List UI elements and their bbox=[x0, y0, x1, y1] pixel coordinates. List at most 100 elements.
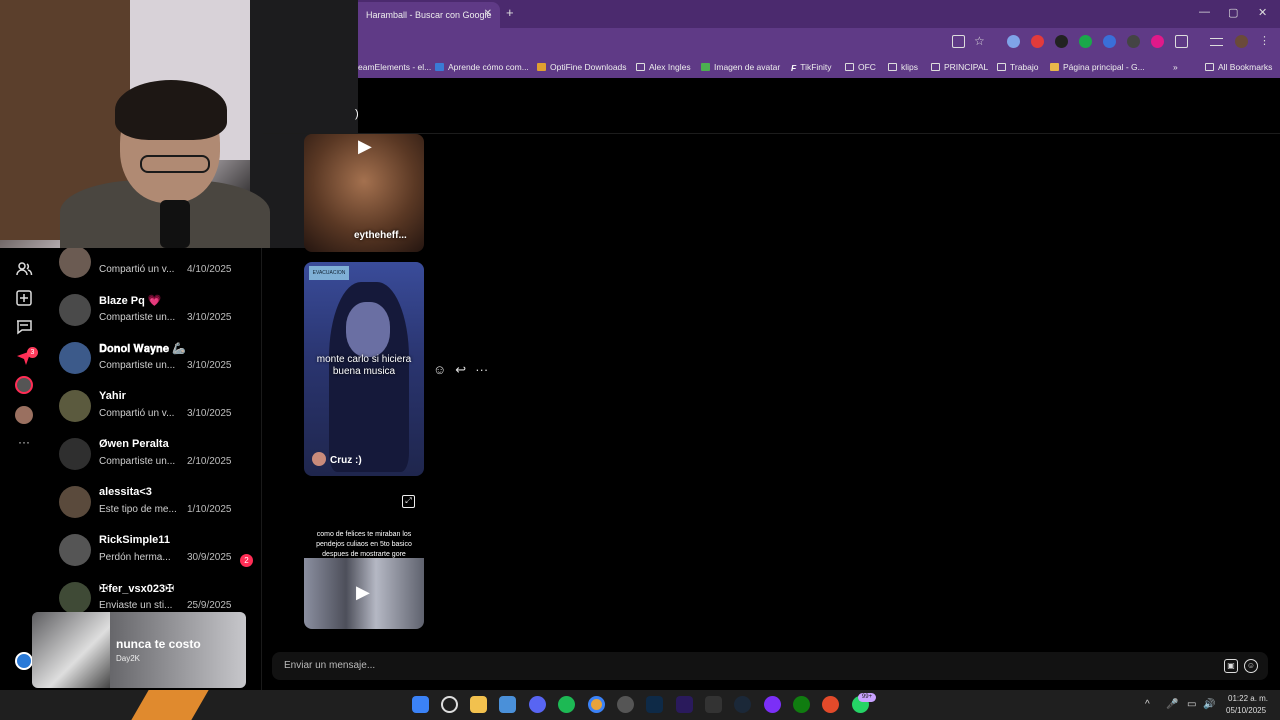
bookmark[interactable]: eamElements - el... bbox=[358, 62, 431, 72]
play-icon[interactable]: ▶ bbox=[356, 582, 370, 603]
reply-icon[interactable]: ↩ bbox=[455, 362, 466, 378]
file-explorer-icon[interactable] bbox=[470, 696, 487, 713]
bookmark[interactable]: Aprende cómo com... bbox=[435, 62, 529, 72]
now-playing-popup[interactable]: nunca te costo Day2K bbox=[32, 612, 246, 688]
photoshop-icon[interactable] bbox=[646, 696, 663, 713]
conversation-preview: Compartiste un... bbox=[99, 312, 176, 323]
premiere-icon[interactable] bbox=[676, 696, 693, 713]
more-icon[interactable]: ··· bbox=[15, 433, 33, 451]
conversation-item[interactable]: Øwen Peralta Compartiste un... 2/10/2025 bbox=[59, 432, 259, 476]
tab-close-icon[interactable]: ✕ bbox=[484, 8, 492, 19]
webcam-microphone bbox=[160, 200, 190, 248]
live-icon[interactable] bbox=[15, 652, 33, 670]
react-emoji-icon[interactable]: ☺ bbox=[433, 362, 446, 378]
bookmarks-overflow-icon[interactable]: » bbox=[1173, 62, 1178, 72]
bookmark-label: PRINCIPAL bbox=[944, 62, 989, 72]
message-composer[interactable]: Enviar un mensaje... ▣ ☺ bbox=[272, 652, 1268, 680]
conversation-preview: Enviaste un sti... bbox=[99, 600, 173, 611]
bookmark[interactable]: Alex Ingles bbox=[636, 62, 691, 72]
extension-icon[interactable] bbox=[1007, 35, 1020, 48]
extension-icon[interactable] bbox=[1031, 35, 1044, 48]
extensions-puzzle-icon[interactable] bbox=[1175, 35, 1188, 48]
discord-icon[interactable] bbox=[529, 696, 546, 713]
profile-icon[interactable] bbox=[15, 376, 33, 394]
browser-tab[interactable]: Haramball - Buscar con Google ✕ bbox=[350, 2, 500, 28]
conversation-item[interactable]: alessita<3 Este tipo de me... 1/10/2025 bbox=[59, 480, 259, 524]
minimize-button[interactable]: — bbox=[1199, 6, 1210, 18]
obs-icon[interactable] bbox=[617, 696, 634, 713]
author-name: Cruz :) bbox=[330, 455, 362, 466]
restore-button[interactable]: ▢ bbox=[1228, 6, 1238, 19]
bookmark[interactable]: PRINCIPAL bbox=[931, 62, 988, 72]
ea-icon[interactable] bbox=[822, 696, 839, 713]
bookmark-label: Alex Ingles bbox=[649, 62, 691, 72]
folder-icon bbox=[888, 63, 897, 71]
message-actions: ☺ ↩ ··· bbox=[433, 362, 488, 378]
volume-icon[interactable]: 🔊 bbox=[1203, 699, 1215, 710]
search-icon[interactable] bbox=[441, 696, 458, 713]
extension-icon[interactable] bbox=[1103, 35, 1116, 48]
notification-badge: 3 bbox=[27, 347, 38, 358]
new-tab-button[interactable]: + bbox=[506, 5, 514, 20]
store-icon[interactable] bbox=[499, 696, 516, 713]
conversation-date: 3/10/2025 bbox=[187, 360, 232, 371]
avatar bbox=[59, 438, 91, 470]
bookmark-star-icon[interactable]: ☆ bbox=[974, 35, 985, 48]
conversation-item[interactable]: Yahir Compartió un v... 3/10/2025 bbox=[59, 384, 259, 428]
bookmark[interactable]: OFC bbox=[845, 62, 876, 72]
expand-icon[interactable]: ⤢ bbox=[402, 495, 415, 508]
install-app-icon[interactable] bbox=[952, 35, 965, 48]
steam-icon[interactable] bbox=[734, 696, 751, 713]
play-icon[interactable]: ▶ bbox=[358, 136, 372, 157]
app-icon[interactable] bbox=[764, 696, 781, 713]
image-icon[interactable]: ▣ bbox=[1224, 659, 1238, 673]
reading-list-icon[interactable] bbox=[1210, 38, 1223, 46]
message-input[interactable]: Enviar un mensaje... bbox=[284, 660, 375, 671]
messages-icon[interactable] bbox=[15, 318, 33, 336]
conversation-name: 𝐃𝐨𝐧𝐨𝐥 𝐖𝐚𝐲𝐧𝐞 🦾 bbox=[99, 343, 186, 355]
folder-icon bbox=[1205, 63, 1214, 71]
more-options-icon[interactable]: ··· bbox=[475, 362, 488, 378]
folder-icon bbox=[845, 63, 854, 71]
bookmark[interactable]: Página principal - G... bbox=[1050, 62, 1145, 72]
video-person-face bbox=[346, 302, 390, 357]
profile-avatar-icon[interactable] bbox=[1235, 35, 1248, 48]
extension-icon[interactable] bbox=[1127, 35, 1140, 48]
shared-video-message[interactable]: EVACUACION monte carlo si hiciera buena … bbox=[304, 262, 424, 476]
microphone-icon[interactable]: 🎤 bbox=[1166, 699, 1178, 710]
bookmark[interactable]: OptiFine Downloads bbox=[537, 62, 627, 72]
shared-video-message[interactable]: como de felices te miraban los pendejos … bbox=[304, 526, 424, 629]
bookmark[interactable]: Trabajo bbox=[997, 62, 1039, 72]
avatar-icon[interactable] bbox=[15, 406, 33, 424]
xbox-icon[interactable] bbox=[793, 696, 810, 713]
add-icon[interactable] bbox=[15, 289, 33, 307]
tray-overflow-icon[interactable]: ^ bbox=[1145, 699, 1150, 710]
tab-title: Haramball - Buscar con Google bbox=[366, 10, 492, 20]
bookmark-label: Trabajo bbox=[1010, 62, 1039, 72]
clock-date[interactable]: 05/10/2025 bbox=[1226, 706, 1266, 715]
conversation-item[interactable]: RickSimple11 Perdón herma... 30/9/2025 2 bbox=[59, 528, 259, 572]
bookmark[interactable]: F TikFinity bbox=[791, 62, 832, 73]
conversation-preview: Compartió un v... bbox=[99, 264, 175, 275]
shared-video-message[interactable]: ▶ eytheheff... bbox=[304, 134, 424, 252]
menu-dots-icon[interactable]: ⋮ bbox=[1259, 35, 1270, 48]
spotify-icon[interactable] bbox=[558, 696, 575, 713]
conversation-item[interactable]: 𝐃𝐨𝐧𝐨𝐥 𝐖𝐚𝐲𝐧𝐞 🦾 Compartiste un... 3/10/2025 bbox=[59, 336, 259, 380]
conversation-date: 3/10/2025 bbox=[187, 408, 232, 419]
chrome-icon[interactable] bbox=[588, 696, 605, 713]
close-window-button[interactable]: ✕ bbox=[1258, 6, 1267, 19]
grammarly-icon[interactable] bbox=[1079, 35, 1092, 48]
network-icon[interactable]: ▭ bbox=[1187, 699, 1196, 710]
start-icon[interactable] bbox=[412, 696, 429, 713]
users-icon[interactable] bbox=[15, 260, 33, 278]
download-extension-icon[interactable] bbox=[1151, 35, 1164, 48]
clock-time[interactable]: 01:22 a. m. bbox=[1228, 694, 1268, 703]
bookmark[interactable]: Imagen de avatar bbox=[701, 62, 780, 72]
conversation-item[interactable]: Blaze Pq 💗 Compartiste un... 3/10/2025 bbox=[59, 288, 259, 332]
song-title: nunca te costo bbox=[116, 637, 201, 651]
all-bookmarks[interactable]: All Bookmarks bbox=[1205, 62, 1272, 72]
extension-icon[interactable] bbox=[1055, 35, 1068, 48]
bookmark[interactable]: klips bbox=[888, 62, 918, 72]
epic-games-icon[interactable] bbox=[705, 696, 722, 713]
emoji-icon[interactable]: ☺ bbox=[1244, 659, 1258, 673]
